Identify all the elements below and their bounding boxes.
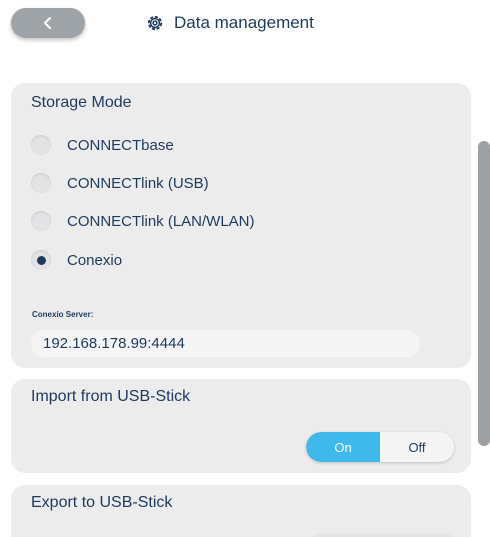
radio-button[interactable] [31, 173, 51, 193]
export-panel: Export to USB-Stick [11, 485, 471, 537]
page-title: Data management [174, 13, 314, 32]
radio-connectbase[interactable]: CONNECTbase [31, 132, 174, 158]
radio-label: Conexio [67, 251, 123, 269]
chevron-left-icon [44, 17, 51, 29]
import-title: Import from USB-Stick [31, 388, 191, 405]
server-label: Conexio Server: [32, 310, 94, 319]
back-button[interactable] [11, 8, 85, 38]
radio-label: CONNECTlink (LAN/WLAN) [67, 212, 255, 230]
radio-selected-dot [36, 255, 46, 265]
header: Data management [146, 10, 314, 36]
import-panel: Import from USB-Stick On Off [11, 379, 471, 473]
toggle-on[interactable]: On [306, 432, 380, 462]
radio-button[interactable] [31, 135, 51, 155]
server-address-input[interactable] [31, 330, 420, 357]
export-toggle[interactable] [309, 533, 457, 537]
toggle-off[interactable]: Off [380, 432, 454, 462]
radio-button-selected[interactable] [31, 250, 51, 270]
radio-button[interactable] [31, 211, 51, 231]
radio-connectlink-lan[interactable]: CONNECTlink (LAN/WLAN) [31, 208, 255, 234]
gear-icon [147, 15, 163, 31]
scrollbar[interactable] [478, 141, 490, 446]
radio-label: CONNECTlink (USB) [67, 174, 209, 192]
radio-conexio[interactable]: Conexio [31, 247, 122, 273]
storage-mode-panel: Storage Mode CONNECTbase CONNECTlink (US… [11, 83, 471, 368]
radio-label: CONNECTbase [67, 136, 174, 154]
export-title: Export to USB-Stick [31, 494, 173, 511]
import-toggle[interactable]: On Off [306, 432, 454, 462]
radio-connectlink-usb[interactable]: CONNECTlink (USB) [31, 170, 209, 196]
storage-mode-title: Storage Mode [31, 94, 132, 111]
